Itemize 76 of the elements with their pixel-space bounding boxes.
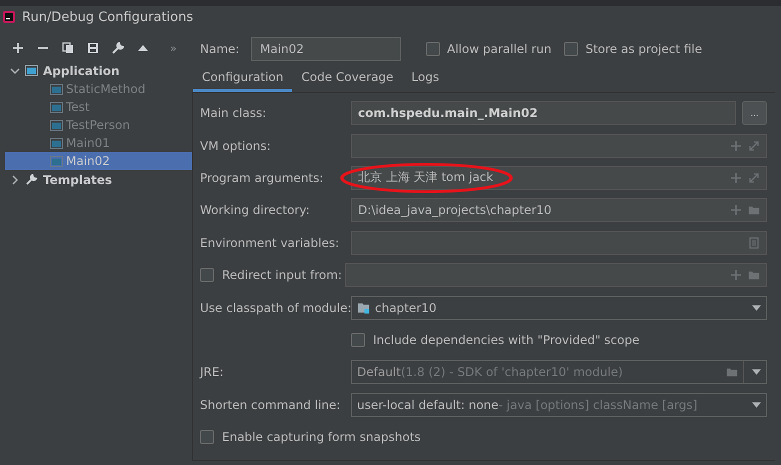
tree-item[interactable]: Main01: [5, 134, 192, 152]
field-label: Main class:: [200, 106, 266, 120]
checkbox-label: Store as project file: [585, 42, 702, 56]
checkbox[interactable]: [426, 42, 440, 56]
window-title: Run/Debug Configurations: [22, 10, 194, 24]
input-field[interactable]: [351, 134, 767, 158]
collapsed-chevron-icon[interactable]: [10, 174, 20, 184]
field-label: VM options:: [200, 138, 271, 153]
tree-item-label: StaticMethod: [66, 82, 146, 96]
field-label: JRE:: [200, 365, 224, 380]
expanded-chevron-icon[interactable]: [10, 66, 20, 76]
tree-item[interactable]: Main02: [5, 152, 192, 170]
tree-item-label: Main01: [66, 136, 110, 150]
dropdown-arrow-icon: [752, 369, 761, 376]
field-label: Use classpath of module:: [200, 300, 352, 315]
name-label: Name:: [200, 42, 240, 56]
application-icon: [50, 120, 63, 130]
overflow-button[interactable]: »: [170, 42, 177, 54]
tab[interactable]: Logs: [402, 64, 448, 92]
input-field[interactable]: com.hspedu.main_.Main02: [351, 101, 736, 126]
tree-item-label: Main02: [66, 154, 110, 168]
app-icon: [3, 11, 15, 23]
field-label: Redirect input from:: [222, 268, 342, 282]
add-icon[interactable]: [12, 42, 24, 54]
dropdown[interactable]: user-local default: none- java [options] className [args]: [351, 392, 767, 417]
checkbox[interactable]: [564, 42, 578, 56]
dropdown-value: Default(1.8 (2) - SDK of 'chapter10' module): [357, 365, 623, 380]
tree-item-label: TestPerson: [66, 118, 130, 132]
field-label: Program arguments:: [200, 170, 324, 185]
checkbox[interactable]: [200, 430, 214, 444]
dropdown-value: user-local default: none- java [options] className [args]: [357, 398, 698, 412]
application-icon: [25, 65, 38, 76]
save-icon[interactable]: [87, 42, 99, 54]
plus-icon[interactable]: [730, 204, 742, 216]
tab[interactable]: Configuration: [193, 64, 292, 92]
application-icon: [50, 102, 63, 112]
field-label: Working directory:: [200, 203, 310, 218]
folder-icon[interactable]: [748, 269, 760, 282]
field-label: Environment variables:: [200, 236, 340, 250]
tree-item[interactable]: StaticMethod: [5, 80, 192, 98]
tab[interactable]: Code Coverage: [292, 64, 402, 92]
checkbox-label: Enable capturing form snapshots: [222, 430, 421, 444]
plus-icon[interactable]: [730, 140, 742, 152]
checkbox-label: Allow parallel run: [447, 42, 552, 56]
tree-item[interactable]: TestPerson: [5, 116, 192, 134]
input-field[interactable]: D:\idea_java_projects\chapter10: [351, 198, 767, 222]
application-icon: [50, 84, 63, 94]
tree-item[interactable]: Application: [43, 64, 120, 78]
document-icon[interactable]: [748, 236, 760, 249]
expand-icon[interactable]: [748, 172, 760, 184]
checkbox[interactable]: [351, 332, 365, 347]
input-field[interactable]: [351, 230, 767, 255]
tree-item[interactable]: Templates: [43, 172, 112, 186]
dropdown[interactable]: chapter10: [351, 296, 767, 320]
application-icon: [50, 156, 63, 166]
dropdown-arrow-icon: [752, 402, 761, 408]
wrench-icon[interactable]: [112, 42, 124, 54]
dropdown-arrow-icon: [752, 304, 761, 311]
module-folder-icon: [357, 302, 370, 314]
input-field[interactable]: [345, 263, 767, 288]
wrench-icon: [25, 174, 38, 185]
checkbox-label: Include dependencies with "Provided" scope: [373, 332, 640, 347]
dropdown-value: chapter10: [375, 300, 436, 315]
folder-icon[interactable]: [748, 204, 760, 216]
field-label: Shorten command line:: [200, 398, 340, 412]
application-icon: [50, 138, 63, 148]
plus-icon[interactable]: [730, 172, 742, 184]
plus-icon[interactable]: [730, 269, 742, 282]
browse-button[interactable]: ...: [742, 101, 767, 126]
input-field[interactable]: 北京 上海 天津 tom jack: [351, 166, 767, 190]
tree-item-label: Test: [66, 100, 90, 114]
name-field[interactable]: Main02: [251, 37, 401, 61]
checkbox[interactable]: [200, 268, 214, 282]
copy-icon[interactable]: [62, 42, 74, 54]
expand-icon[interactable]: [748, 140, 760, 152]
tree-item[interactable]: Test: [5, 98, 192, 116]
